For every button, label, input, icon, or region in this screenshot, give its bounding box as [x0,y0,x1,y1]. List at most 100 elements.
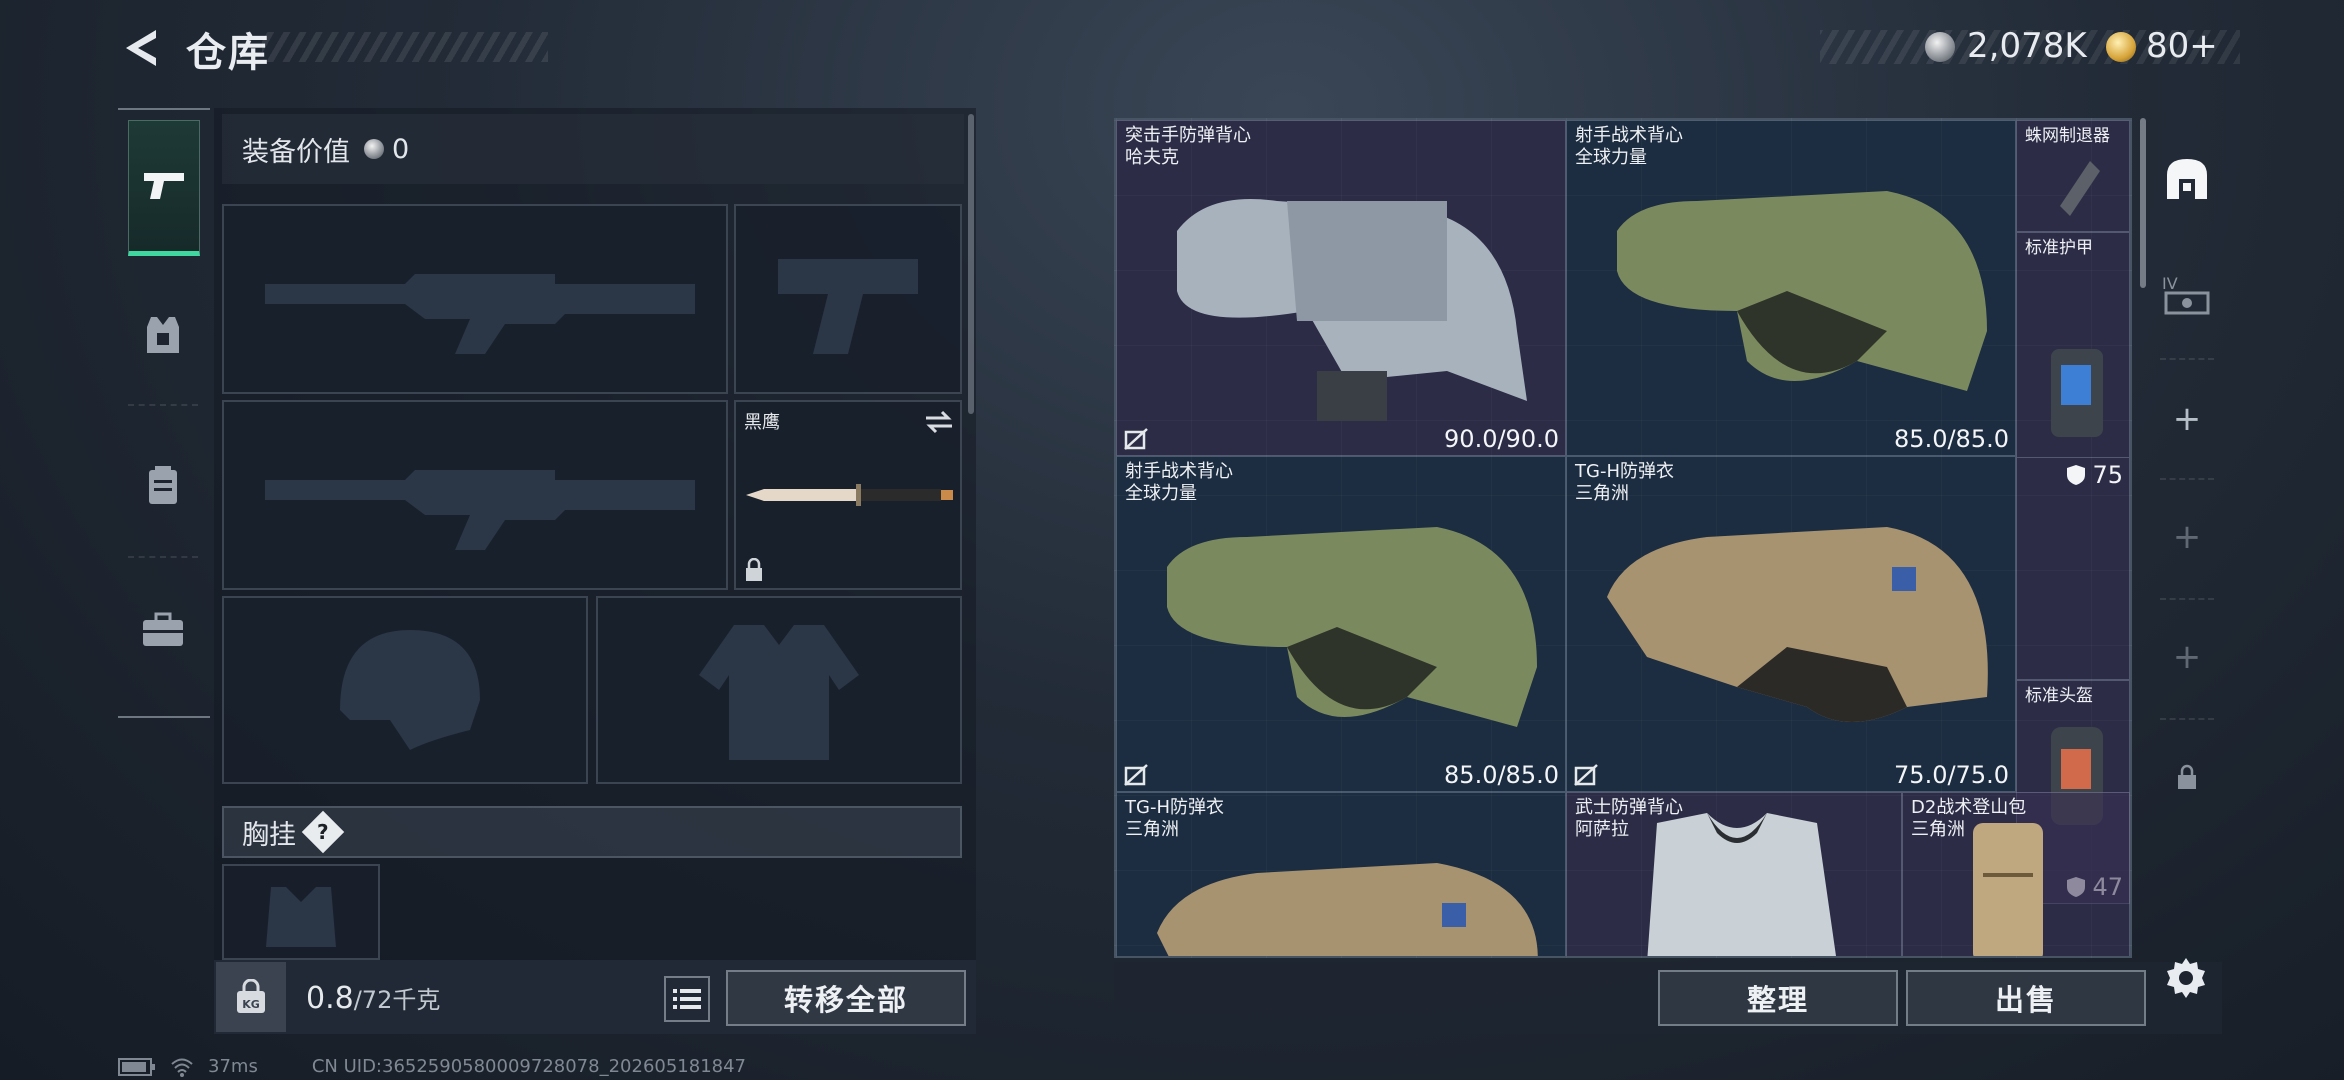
equipment-value-label: 装备价值 [242,136,350,168]
assault-vest-image [1177,199,1527,421]
item-durability: 75.0/75.0 [1894,761,2009,789]
armor-value: 75 [2092,461,2123,489]
weight-max: /72千克 [353,986,441,1014]
item-name: 标准护甲 [2025,238,2093,258]
inventory-item[interactable]: 突击手防弹背心 哈夫克 90.0/90.0 [1116,120,1566,456]
tab-stash[interactable] [2156,124,2218,234]
inventory-item[interactable]: 蛛网制退器 [2016,120,2130,232]
tab-divider [2160,478,2214,480]
item-name: 射手战术背心 [1125,461,1233,482]
rifle-silhouette-icon [265,470,695,550]
gold-coin-icon [2106,32,2136,62]
add-stash-button-disabled[interactable]: + [2156,482,2218,592]
help-icon[interactable]: ? [301,810,345,854]
inventory-item[interactable]: 武士防弹背心 阿萨拉 [1566,792,1902,956]
back-arrow-icon [126,30,156,66]
inventory-scrollbar[interactable] [2140,118,2146,288]
help-text: ? [317,819,329,844]
weight-readout: 0.8/72千克 [306,980,440,1016]
item-brand: 三角洲 [1575,483,1629,504]
shield-icon [2067,465,2086,485]
suppressor-image [2060,161,2100,216]
tab-divider [2160,358,2214,360]
tab-armor[interactable] [128,270,198,400]
back-button[interactable] [118,24,162,72]
marksman-vest-image [1167,527,1537,727]
tab-divider [128,404,198,406]
list-view-button[interactable] [664,976,710,1022]
inventory-item[interactable]: TG-H防弹衣 三角洲 75.0/75.0 [1566,456,2016,792]
list-icon [673,989,701,1009]
chest-rig-header: 胸挂 ? [222,806,962,858]
locked-stash-slot[interactable] [2156,722,2218,832]
rifle-silhouette-icon [265,274,695,354]
inventory-item[interactable]: 射手战术背心 全球力量 85.0/85.0 [1566,120,2016,456]
no-insurance-icon [1124,428,1148,450]
tab-divider [2160,718,2214,720]
add-stash-button[interactable]: + [2156,364,2218,474]
ping-readout: 37ms [208,1056,258,1077]
tab-stash-4[interactable]: IV [2156,240,2218,350]
tab-divider [2160,598,2214,600]
briefcase-icon [143,612,183,646]
no-insurance-icon [1574,764,1598,786]
item-name: 突击手防弹背心 [1125,125,1251,146]
equipment-value: 0 [392,133,410,165]
tab-case[interactable] [128,565,198,695]
pistol-silhouette-icon [778,259,918,354]
pistol-icon [144,173,184,199]
helmet-slot[interactable] [222,596,588,784]
primary-weapon-slot[interactable] [222,204,728,394]
tab-backpack[interactable] [128,420,198,550]
secondary-weapon-slot[interactable] [222,400,728,590]
knife-icon [746,484,953,506]
inventory-item[interactable]: 标准护甲 75 [2016,232,2130,680]
lock-icon [2178,764,2196,789]
sell-button[interactable]: 出售 [1906,970,2146,1026]
transfer-all-button[interactable]: 转移全部 [726,970,966,1026]
status-bar: 37ms CN UID:3652590580009728078_20260518… [118,1056,746,1077]
gold-balance[interactable]: 80+ [2146,26,2218,66]
title-stripe-decoration [262,32,548,62]
item-brand: 哈夫克 [1125,147,1179,168]
inventory-item[interactable]: D2战术登山包 三角洲 [1902,792,2130,956]
pistol-slot[interactable] [734,204,962,394]
silver-balance[interactable]: 2,078K [1967,26,2087,66]
add-stash-button-disabled[interactable]: + [2156,602,2218,712]
tgh-armor-image [1157,863,1538,956]
item-durability: 90.0/90.0 [1444,425,1559,453]
chest-rig-slot[interactable] [222,864,380,960]
body-armor-slot[interactable] [596,596,962,784]
svg-text:KG: KG [242,998,260,1011]
weight-icon-box: KG [216,962,286,1032]
body-armor-silhouette-icon [699,625,859,760]
cell-divider [2017,457,2129,458]
inventory-item[interactable]: 射手战术背心 全球力量 85.0/85.0 [1116,456,1566,792]
helmet-silhouette-icon [340,630,480,750]
chest-rig-label: 胸挂 [242,819,296,851]
silver-coin-icon [1925,32,1955,62]
inventory-item[interactable]: TG-H防弹衣 三角洲 [1116,792,1566,956]
user-uid: CN UID:3652590580009728078_202605181847 [311,1056,747,1077]
inventory-grid: 突击手防弹背心 哈夫克 90.0/90.0 射手战术背心 全球力量 85.0/85.… [1114,118,2132,958]
page-title: 仓库 [186,30,270,76]
melee-slot[interactable]: 黑鹰 [734,400,962,590]
item-name: 射手战术背心 [1575,125,1683,146]
battery-icon [118,1057,155,1076]
sort-button[interactable]: 整理 [1658,970,1898,1026]
no-insurance-icon [1124,764,1148,786]
chest-rig-silhouette-icon [266,887,336,947]
backpack-icon [149,466,177,504]
armor-level-badge: 75 [2066,461,2123,489]
swap-icon[interactable] [924,410,954,434]
tab-weapons[interactable] [128,120,200,256]
marksman-vest-image [1617,191,1987,391]
settings-button[interactable] [2162,954,2210,1002]
item-name: TG-H防弹衣 [1575,461,1674,482]
equipment-scrollbar[interactable] [968,114,974,414]
item-name: 蛛网制退器 [2025,126,2110,146]
armor-plate-image [2051,349,2103,437]
weight-icon: KG [237,979,265,1013]
backpack-image [1973,823,2043,956]
equipment-value-bar: 装备价值 0 [222,114,964,184]
